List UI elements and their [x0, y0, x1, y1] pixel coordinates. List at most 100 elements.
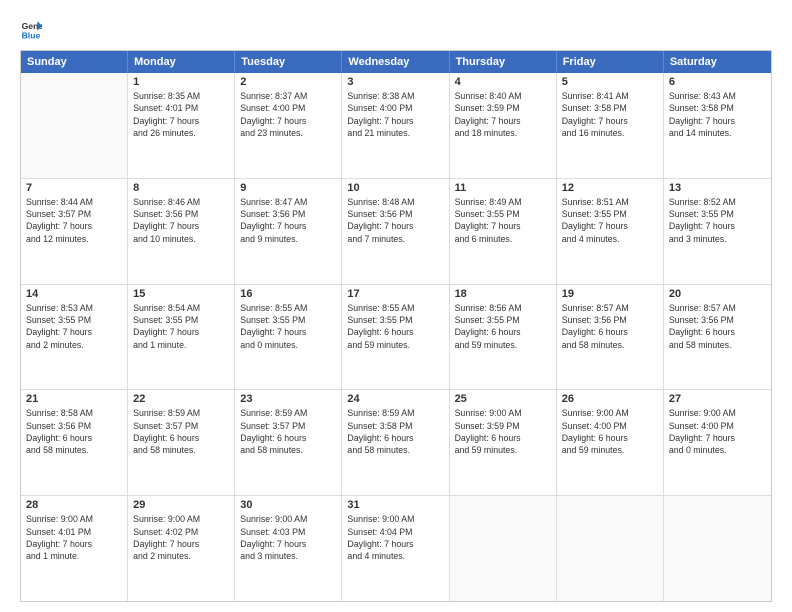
day-number: 25 — [455, 393, 551, 405]
day-number: 12 — [562, 182, 658, 194]
cal-cell: 25 Sunrise: 9:00 AM Sunset: 3:59 PM Dayli… — [450, 390, 557, 495]
cal-cell: 10Sunrise: 8:48 AM Sunset: 3:56 PM Dayli… — [342, 179, 449, 284]
cal-cell — [664, 496, 771, 601]
cal-cell: 6 Sunrise: 8:43 AM Sunset: 3:58 PM Daylig… — [664, 73, 771, 178]
day-info: Sunrise: 8:58 AM Sunset: 3:56 PM Dayligh… — [26, 407, 122, 456]
day-number: 11 — [455, 182, 551, 194]
day-info: Sunrise: 8:59 AM Sunset: 3:57 PM Dayligh… — [240, 407, 336, 456]
cal-cell: 22 Sunrise: 8:59 AM Sunset: 3:57 PM Dayli… — [128, 390, 235, 495]
day-info: Sunrise: 8:53 AM Sunset: 3:55 PM Dayligh… — [26, 302, 122, 351]
day-info: Sunrise: 8:43 AM Sunset: 3:58 PM Dayligh… — [669, 90, 766, 139]
day-number: 30 — [240, 499, 336, 511]
week-row-3: 14 Sunrise: 8:53 AM Sunset: 3:55 PM Dayli… — [21, 284, 771, 390]
cal-cell: 11 Sunrise: 8:49 AM Sunset: 3:55 PM Dayli… — [450, 179, 557, 284]
day-number: 26 — [562, 393, 658, 405]
day-number: 28 — [26, 499, 122, 511]
cal-cell: 5 Sunrise: 8:41 AM Sunset: 3:58 PM Daylig… — [557, 73, 664, 178]
day-info: Sunrise: 9:00 AM Sunset: 4:04 PM Dayligh… — [347, 513, 443, 562]
header: General Blue — [20, 18, 772, 40]
day-info: Sunrise: 8:52 AM Sunset: 3:55 PM Dayligh… — [669, 196, 766, 245]
cal-cell: 19 Sunrise: 8:57 AM Sunset: 3:56 PM Dayli… — [557, 285, 664, 390]
cal-cell: 9 Sunrise: 8:47 AM Sunset: 3:56 PM Daylig… — [235, 179, 342, 284]
cal-cell: 31 Sunrise: 9:00 AM Sunset: 4:04 PM Dayli… — [342, 496, 449, 601]
day-number: 5 — [562, 76, 658, 88]
cal-cell: 14 Sunrise: 8:53 AM Sunset: 3:55 PM Dayli… — [21, 285, 128, 390]
cal-cell: 18 Sunrise: 8:56 AM Sunset: 3:55 PM Dayli… — [450, 285, 557, 390]
day-number: 23 — [240, 393, 336, 405]
day-info: Sunrise: 8:57 AM Sunset: 3:56 PM Dayligh… — [562, 302, 658, 351]
day-info: Sunrise: 8:55 AM Sunset: 3:55 PM Dayligh… — [347, 302, 443, 351]
day-info: Sunrise: 9:00 AM Sunset: 3:59 PM Dayligh… — [455, 407, 551, 456]
day-number: 7 — [26, 182, 122, 194]
day-number: 21 — [26, 393, 122, 405]
week-row-2: 7 Sunrise: 8:44 AM Sunset: 3:57 PM Daylig… — [21, 178, 771, 284]
header-day-monday: Monday — [128, 51, 235, 73]
day-number: 1 — [133, 76, 229, 88]
day-number: 18 — [455, 288, 551, 300]
cal-cell: 24 Sunrise: 8:59 AM Sunset: 3:58 PM Dayli… — [342, 390, 449, 495]
day-info: Sunrise: 8:54 AM Sunset: 3:55 PM Dayligh… — [133, 302, 229, 351]
cal-cell: 21 Sunrise: 8:58 AM Sunset: 3:56 PM Dayli… — [21, 390, 128, 495]
day-number: 31 — [347, 499, 443, 511]
day-info: Sunrise: 8:56 AM Sunset: 3:55 PM Dayligh… — [455, 302, 551, 351]
day-info: Sunrise: 8:59 AM Sunset: 3:58 PM Dayligh… — [347, 407, 443, 456]
day-info: Sunrise: 8:38 AM Sunset: 4:00 PM Dayligh… — [347, 90, 443, 139]
cal-cell: 30Sunrise: 9:00 AM Sunset: 4:03 PM Dayli… — [235, 496, 342, 601]
day-number: 9 — [240, 182, 336, 194]
day-number: 8 — [133, 182, 229, 194]
day-info: Sunrise: 9:00 AM Sunset: 4:00 PM Dayligh… — [562, 407, 658, 456]
day-info: Sunrise: 9:00 AM Sunset: 4:01 PM Dayligh… — [26, 513, 122, 562]
day-number: 24 — [347, 393, 443, 405]
day-number: 16 — [240, 288, 336, 300]
header-day-friday: Friday — [557, 51, 664, 73]
day-info: Sunrise: 8:47 AM Sunset: 3:56 PM Dayligh… — [240, 196, 336, 245]
week-row-1: 1 Sunrise: 8:35 AM Sunset: 4:01 PM Daylig… — [21, 73, 771, 178]
cal-cell: 23 Sunrise: 8:59 AM Sunset: 3:57 PM Dayli… — [235, 390, 342, 495]
day-info: Sunrise: 8:49 AM Sunset: 3:55 PM Dayligh… — [455, 196, 551, 245]
calendar-header: SundayMondayTuesdayWednesdayThursdayFrid… — [21, 51, 771, 73]
day-info: Sunrise: 8:59 AM Sunset: 3:57 PM Dayligh… — [133, 407, 229, 456]
day-number: 10 — [347, 182, 443, 194]
header-day-wednesday: Wednesday — [342, 51, 449, 73]
cal-cell: 27Sunrise: 9:00 AM Sunset: 4:00 PM Dayli… — [664, 390, 771, 495]
day-info: Sunrise: 8:55 AM Sunset: 3:55 PM Dayligh… — [240, 302, 336, 351]
day-info: Sunrise: 8:35 AM Sunset: 4:01 PM Dayligh… — [133, 90, 229, 139]
logo-icon: General Blue — [20, 18, 42, 40]
cal-cell: 16 Sunrise: 8:55 AM Sunset: 3:55 PM Dayli… — [235, 285, 342, 390]
day-info: Sunrise: 8:37 AM Sunset: 4:00 PM Dayligh… — [240, 90, 336, 139]
day-number: 22 — [133, 393, 229, 405]
cal-cell: 1 Sunrise: 8:35 AM Sunset: 4:01 PM Daylig… — [128, 73, 235, 178]
cal-cell: 2Sunrise: 8:37 AM Sunset: 4:00 PM Daylig… — [235, 73, 342, 178]
day-info: Sunrise: 8:44 AM Sunset: 3:57 PM Dayligh… — [26, 196, 122, 245]
cal-cell: 17Sunrise: 8:55 AM Sunset: 3:55 PM Dayli… — [342, 285, 449, 390]
cal-cell: 4Sunrise: 8:40 AM Sunset: 3:59 PM Daylig… — [450, 73, 557, 178]
cal-cell — [450, 496, 557, 601]
header-day-thursday: Thursday — [450, 51, 557, 73]
day-info: Sunrise: 8:46 AM Sunset: 3:56 PM Dayligh… — [133, 196, 229, 245]
day-number: 15 — [133, 288, 229, 300]
day-number: 4 — [455, 76, 551, 88]
day-number: 19 — [562, 288, 658, 300]
logo: General Blue — [20, 18, 46, 40]
day-number: 27 — [669, 393, 766, 405]
cal-cell — [557, 496, 664, 601]
cal-cell: 8 Sunrise: 8:46 AM Sunset: 3:56 PM Daylig… — [128, 179, 235, 284]
day-info: Sunrise: 8:51 AM Sunset: 3:55 PM Dayligh… — [562, 196, 658, 245]
cal-cell: 13 Sunrise: 8:52 AM Sunset: 3:55 PM Dayli… — [664, 179, 771, 284]
day-number: 29 — [133, 499, 229, 511]
svg-text:Blue: Blue — [22, 30, 41, 40]
cal-cell: 29 Sunrise: 9:00 AM Sunset: 4:02 PM Dayli… — [128, 496, 235, 601]
cal-cell: 3Sunrise: 8:38 AM Sunset: 4:00 PM Daylig… — [342, 73, 449, 178]
day-info: Sunrise: 9:00 AM Sunset: 4:02 PM Dayligh… — [133, 513, 229, 562]
page: General Blue SundayMondayTuesdayWednesda… — [0, 0, 792, 612]
calendar: SundayMondayTuesdayWednesdayThursdayFrid… — [20, 50, 772, 602]
day-number: 6 — [669, 76, 766, 88]
day-number: 14 — [26, 288, 122, 300]
cal-cell — [21, 73, 128, 178]
cal-cell: 20Sunrise: 8:57 AM Sunset: 3:56 PM Dayli… — [664, 285, 771, 390]
cal-cell: 15 Sunrise: 8:54 AM Sunset: 3:55 PM Dayli… — [128, 285, 235, 390]
week-row-4: 21 Sunrise: 8:58 AM Sunset: 3:56 PM Dayli… — [21, 389, 771, 495]
day-info: Sunrise: 8:41 AM Sunset: 3:58 PM Dayligh… — [562, 90, 658, 139]
day-number: 13 — [669, 182, 766, 194]
header-day-saturday: Saturday — [664, 51, 771, 73]
